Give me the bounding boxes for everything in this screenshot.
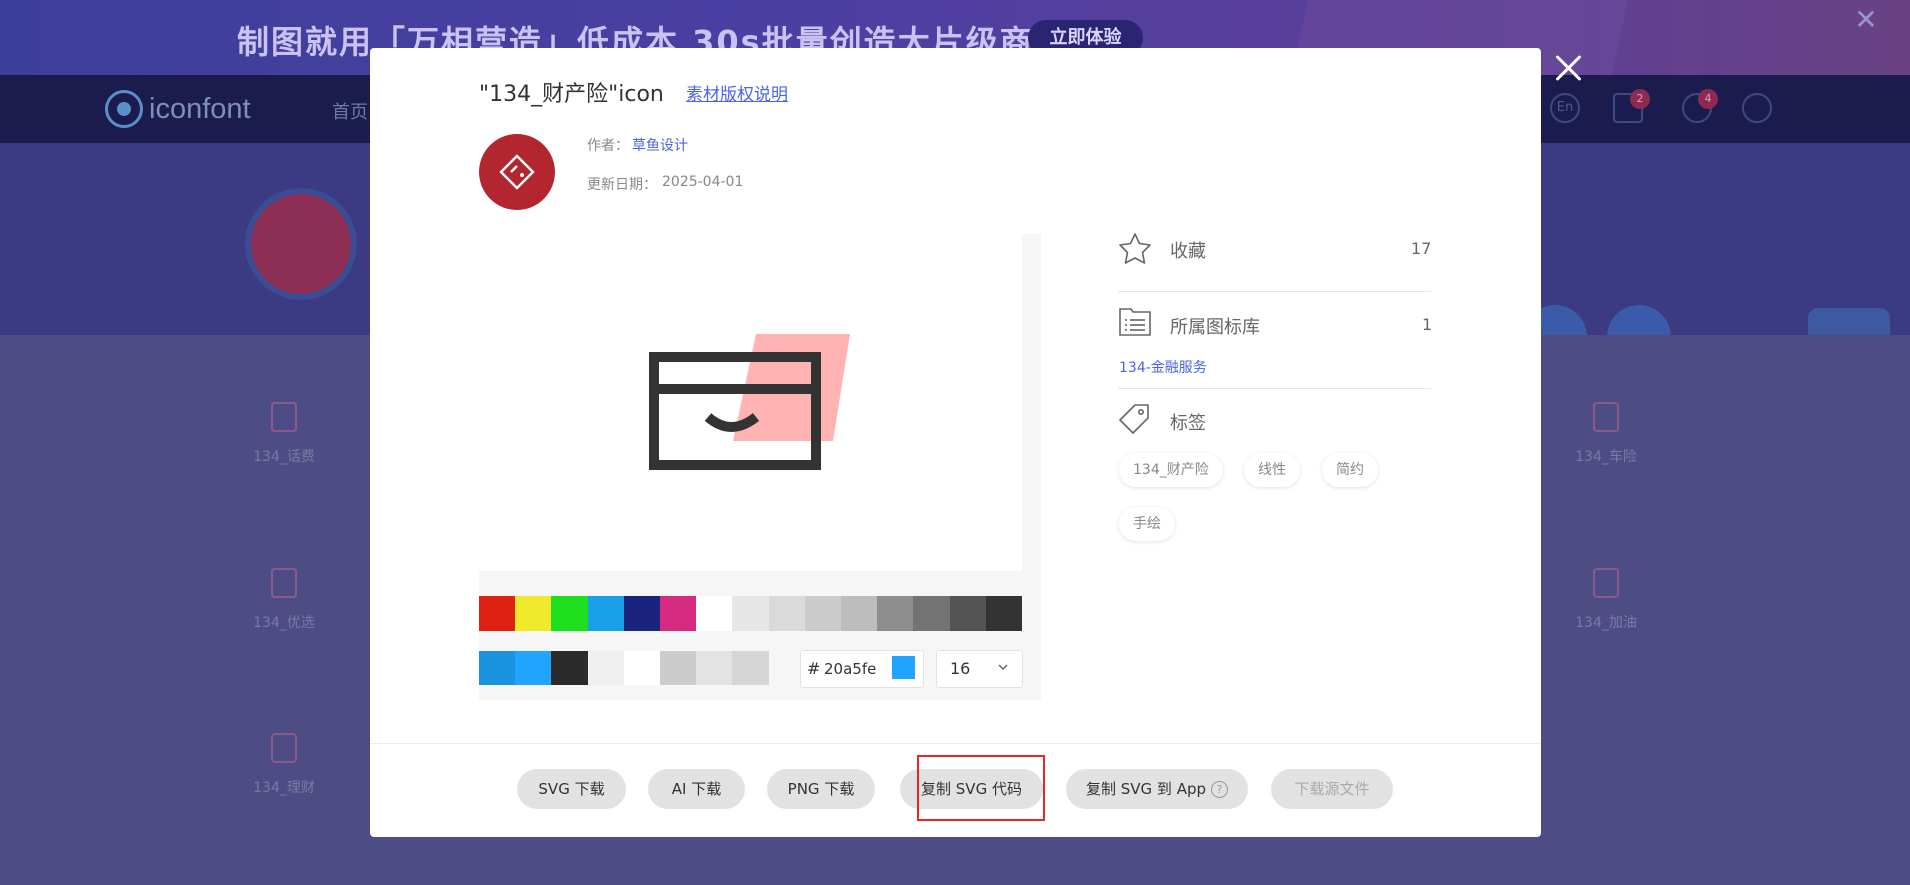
hash-symbol: # [807, 659, 821, 678]
hero-library-icon [245, 188, 357, 300]
color-swatch[interactable] [660, 596, 697, 631]
tag-chip[interactable]: 线性 [1244, 453, 1300, 487]
color-swatch[interactable] [551, 651, 588, 685]
download-source-button[interactable]: 下载源文件 [1271, 769, 1393, 809]
color-swatch[interactable] [696, 596, 733, 631]
language-icon[interactable]: En [1550, 93, 1580, 123]
copy-svg-to-app-label: 复制 SVG 到 App [1085, 780, 1206, 798]
bell-badge: 4 [1698, 89, 1718, 109]
close-icon[interactable] [1551, 50, 1587, 86]
color-swatch[interactable] [515, 651, 552, 685]
color-swatch[interactable] [949, 596, 986, 631]
license-link[interactable]: 素材版权说明 [686, 80, 788, 105]
color-swatch[interactable] [660, 651, 697, 685]
car-icon [1593, 402, 1619, 432]
tag-chip[interactable]: 134_财产险 [1119, 453, 1223, 487]
color-swatch[interactable] [804, 596, 841, 631]
banner-close-icon[interactable]: ✕ [1852, 6, 1880, 34]
tag-chip[interactable]: 手绘 [1119, 507, 1175, 541]
logo-text: iconfont [149, 92, 251, 125]
tag-chip[interactable]: 简约 [1322, 453, 1378, 487]
color-swatch[interactable] [479, 651, 516, 685]
author-name-link[interactable]: 草鱼设计 [632, 135, 688, 155]
bg-tile-label: 134_理财 [253, 780, 315, 796]
color-swatch[interactable] [913, 596, 950, 631]
color-swatch[interactable] [841, 596, 878, 631]
bg-tile-label: 134_优选 [253, 615, 315, 631]
svg-download-button[interactable]: SVG 下载 [517, 769, 626, 809]
bg-icon-tile[interactable]: 134_话费 [214, 402, 354, 466]
color-swatch[interactable] [623, 596, 660, 631]
bg-tile-label: 134_加油 [1575, 615, 1637, 631]
logo-icon [105, 90, 143, 128]
avatar-icon[interactable] [1742, 93, 1772, 123]
selected-color-swatch[interactable] [892, 656, 915, 679]
ai-download-button[interactable]: AI 下载 [648, 769, 745, 809]
help-icon[interactable]: ? [1211, 781, 1228, 798]
color-swatch[interactable] [985, 596, 1022, 631]
color-swatch[interactable] [551, 596, 588, 631]
png-download-button[interactable]: PNG 下载 [767, 769, 875, 809]
color-swatch[interactable] [479, 596, 516, 631]
author-label: 作者： [587, 138, 629, 154]
bg-icon-tile[interactable]: 134_加油 [1536, 568, 1676, 632]
library-list-icon [1119, 308, 1151, 336]
color-swatch[interactable] [587, 596, 624, 631]
color-swatch[interactable] [696, 651, 733, 685]
hex-color-input[interactable] [824, 659, 888, 679]
star-icon[interactable] [1118, 232, 1152, 264]
color-swatch[interactable] [768, 596, 805, 631]
copy-svg-to-app-button[interactable]: 复制 SVG 到 App? [1066, 769, 1248, 809]
nav-home-link[interactable]: 首页 [332, 98, 368, 124]
bg-tile-label: 134_话费 [253, 449, 315, 465]
finance-icon [271, 733, 297, 763]
copy-svg-code-button[interactable]: 复制 SVG 代码 [900, 769, 1043, 809]
footer-divider [370, 743, 1541, 744]
library-count: 1 [1422, 315, 1433, 334]
color-swatch[interactable] [587, 651, 624, 685]
chevron-down-icon [998, 664, 1008, 671]
divider [1118, 388, 1431, 389]
date-value: 2025-04-01 [662, 174, 744, 190]
tags-label: 标签 [1170, 413, 1206, 434]
bg-icon-tile[interactable]: 134_车险 [1536, 402, 1676, 466]
size-value: 16 [950, 659, 971, 678]
library-label: 所属图标库 [1170, 317, 1260, 338]
author-avatar[interactable] [479, 134, 555, 210]
tag-icon [1119, 404, 1149, 434]
color-swatch[interactable] [515, 596, 552, 631]
color-swatch[interactable] [623, 651, 660, 685]
color-swatch[interactable] [877, 596, 914, 631]
property-insurance-icon [649, 334, 850, 470]
divider [1118, 291, 1431, 292]
color-swatch[interactable] [732, 596, 769, 631]
library-link[interactable]: 134-金融服务 [1119, 357, 1207, 377]
icon-title: "134_财产险"icon [479, 82, 664, 107]
cart-badge: 2 [1630, 89, 1650, 109]
iconfont-logo[interactable]: iconfont [105, 90, 251, 128]
bg-icon-tile[interactable]: 134_优选 [214, 568, 354, 632]
phone-icon [271, 402, 297, 432]
fuel-icon [1593, 568, 1619, 598]
author-logo-icon [499, 154, 535, 190]
bg-tile-label: 134_车险 [1575, 449, 1637, 465]
bookmark-icon [271, 568, 297, 598]
color-swatch[interactable] [732, 651, 769, 685]
date-label: 更新日期： [587, 177, 657, 193]
favorites-count: 17 [1411, 239, 1432, 258]
bg-icon-tile[interactable]: 134_理财 [214, 733, 354, 797]
favorites-label: 收藏 [1170, 241, 1206, 262]
